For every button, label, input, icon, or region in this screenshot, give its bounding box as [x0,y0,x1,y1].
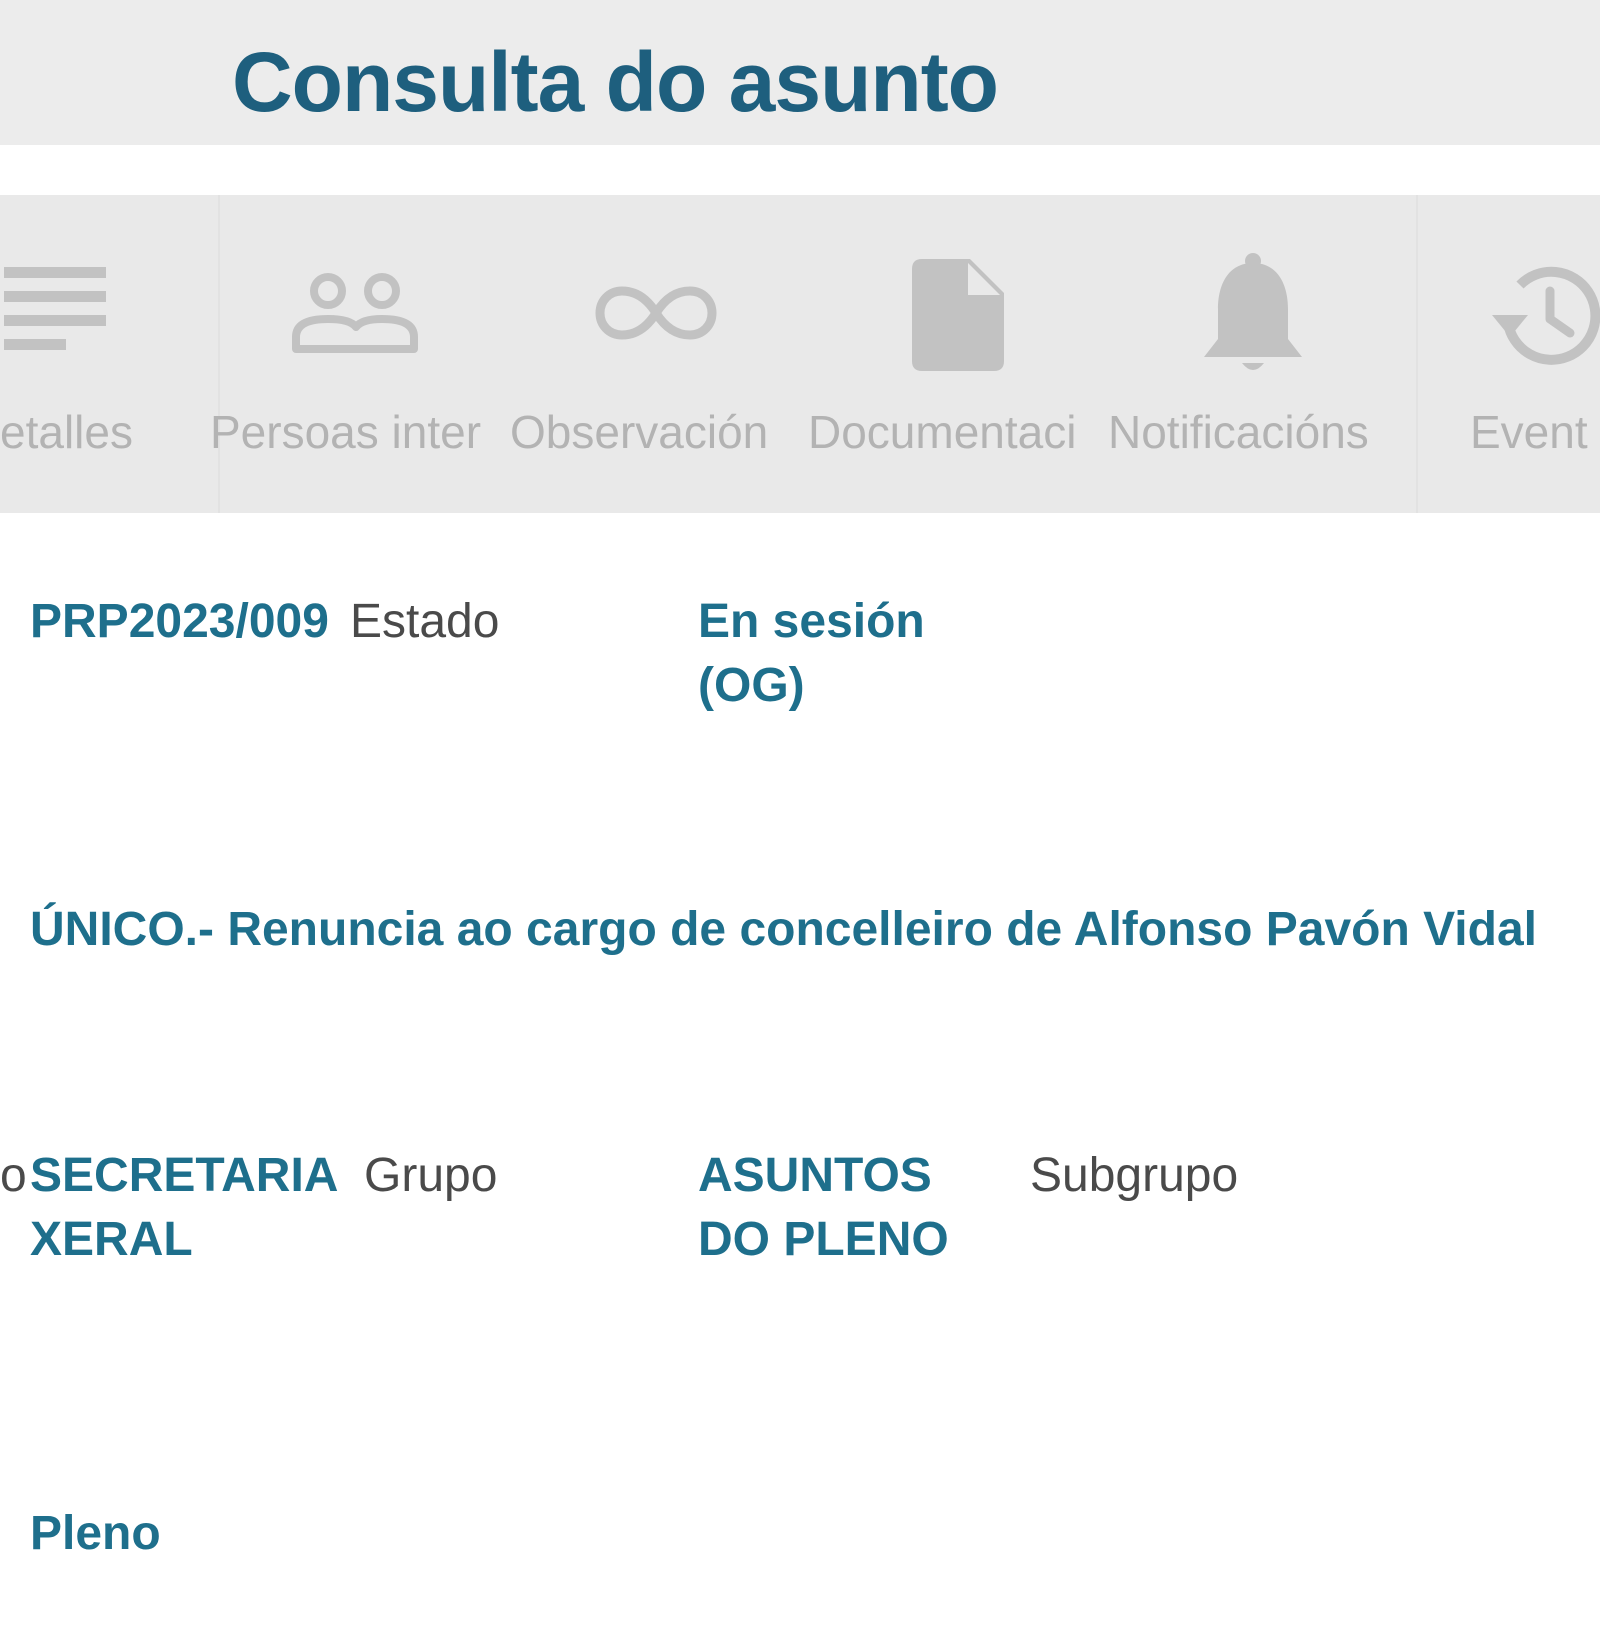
subject-text: ÚNICO.- Renuncia ao cargo de concelleiro… [30,903,1537,956]
case-code: PRP2023/009 [30,595,329,648]
state-value-line1: En sesión [698,595,925,648]
group-value-line2: DO PLENO [698,1213,949,1266]
tab-events[interactable]: Event [1418,195,1600,513]
tab-notifications-label: Notificacións [1108,406,1369,458]
state-label: Estado [350,595,500,648]
tab-notifications[interactable]: Notificacións [1108,195,1416,513]
document-icon [912,259,1004,371]
department-line1: SECRETARIA [30,1149,339,1202]
page: Consulta do asunto etalles Persoas inter [0,0,1600,1646]
link-icon [595,286,717,340]
tab-details[interactable]: etalles [0,195,218,513]
page-header: Consulta do asunto [0,0,1600,145]
subgroup-label: Subgrupo [1030,1149,1239,1202]
organ-value: Pleno [30,1507,161,1560]
state-value-line2: (OG) [698,659,805,712]
tab-observations-label: Observación [510,406,769,458]
tab-bar: etalles Persoas inter Observación Docume… [0,195,1600,513]
tab-events-label: Event [1470,406,1588,458]
tab-observations[interactable]: Observación [510,195,808,513]
group-label: Grupo [364,1149,498,1202]
details-lines-icon [4,267,106,350]
tab-documentation[interactable]: Documentaci [808,195,1108,513]
bell-icon [1204,253,1302,370]
people-icon [292,273,418,353]
truncated-label: o [0,1149,27,1202]
tab-details-label: etalles [0,406,133,458]
tab-documentation-label: Documentaci [808,406,1077,458]
history-icon [1492,266,1600,365]
page-title: Consulta do asunto [232,35,999,129]
tab-people[interactable]: Persoas inter [210,195,510,513]
tab-people-label: Persoas inter [210,406,482,458]
department-line2: XERAL [30,1213,193,1266]
group-value-line1: ASUNTOS [698,1149,932,1202]
